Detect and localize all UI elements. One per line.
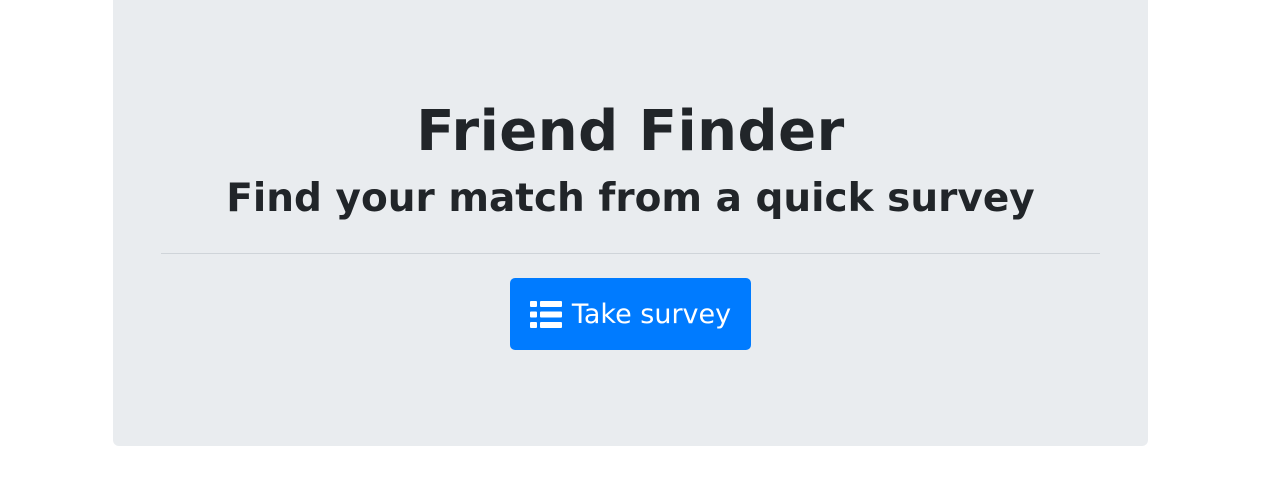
take-survey-button[interactable]: Take survey — [510, 278, 751, 350]
divider — [161, 253, 1100, 254]
page-title: Friend Finder — [416, 99, 845, 164]
hero-panel: Friend Finder Find your match from a qui… — [113, 0, 1148, 446]
page-subtitle: Find your match from a quick survey — [226, 176, 1035, 221]
cta-container: Take survey — [113, 278, 1148, 350]
list-icon — [529, 300, 562, 328]
take-survey-label: Take survey — [571, 298, 732, 330]
